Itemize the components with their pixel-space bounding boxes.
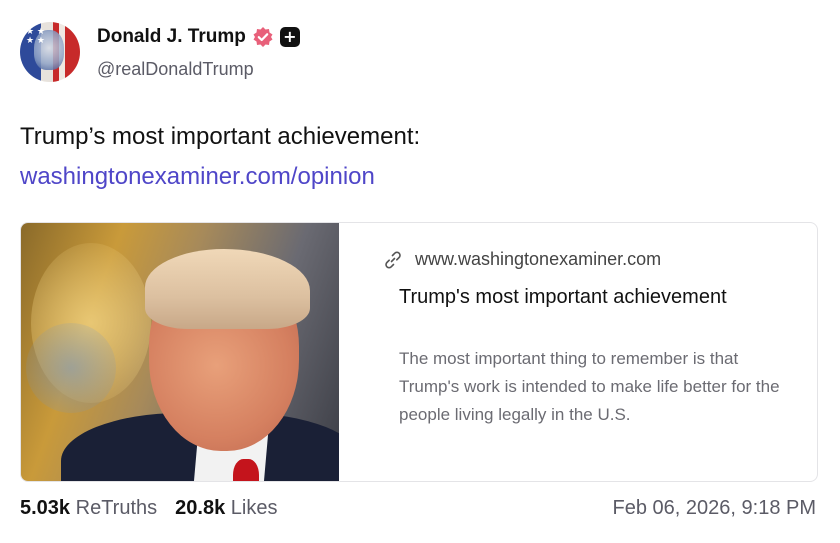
link-preview-body: www.washingtonexaminer.com Trump's most … (361, 223, 817, 481)
retruths-label: ReTruths (75, 497, 158, 519)
link-preview-domain-row: www.washingtonexaminer.com (383, 249, 661, 270)
link-preview-card[interactable]: www.washingtonexaminer.com Trump's most … (20, 222, 818, 482)
avatar-stars-decoration: ★ ★ ★ ★ (26, 27, 45, 46)
post-text: Trump’s most important achievement: (20, 123, 421, 150)
author-display-name[interactable]: Donald J. Trump (97, 26, 246, 48)
avatar[interactable]: ★ ★ ★ ★ (20, 22, 80, 82)
link-icon (383, 250, 403, 270)
likes-label: Likes (230, 497, 278, 519)
author-handle[interactable]: @realDonaldTrump (97, 59, 254, 80)
link-preview-title: Trump's most important achievement (399, 286, 727, 308)
likes-stat[interactable]: 20.8k Likes (175, 497, 277, 520)
link-preview-image (21, 223, 339, 481)
retruths-stat[interactable]: 5.03k ReTruths (20, 497, 157, 520)
likes-count: 20.8k (175, 497, 226, 519)
author-name-row: Donald J. Trump + (97, 26, 300, 48)
plus-badge-icon: + (279, 27, 300, 47)
post-stats: 5.03k ReTruths 20.8k Likes (20, 497, 277, 520)
link-preview-domain: www.washingtonexaminer.com (415, 249, 662, 269)
post-link[interactable]: washingtonexaminer.com/opinion (20, 163, 375, 191)
retruths-count: 5.03k (20, 497, 71, 519)
link-preview-description: The most important thing to remember is … (399, 349, 780, 424)
post-timestamp[interactable]: Feb 06, 2026, 9:18 PM (613, 497, 816, 520)
verified-badge-icon (252, 26, 274, 48)
